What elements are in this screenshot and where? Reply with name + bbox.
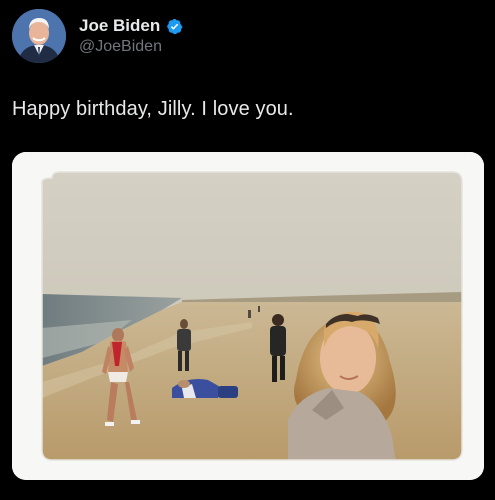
beach-photo-image	[12, 152, 484, 480]
tweet-photo[interactable]	[12, 152, 484, 480]
author-handle[interactable]: @JoeBiden	[79, 38, 183, 56]
tweet-header: Joe Biden @JoeBiden	[12, 8, 183, 64]
author-avatar[interactable]	[12, 9, 66, 63]
name-row: Joe Biden	[79, 16, 183, 36]
author-display-name[interactable]: Joe Biden	[79, 16, 160, 36]
verified-badge-icon[interactable]	[166, 18, 183, 35]
author-names: Joe Biden @JoeBiden	[79, 16, 183, 56]
avatar-photo	[12, 9, 66, 63]
tweet-text: Happy birthday, Jilly. I love you.	[12, 98, 294, 120]
